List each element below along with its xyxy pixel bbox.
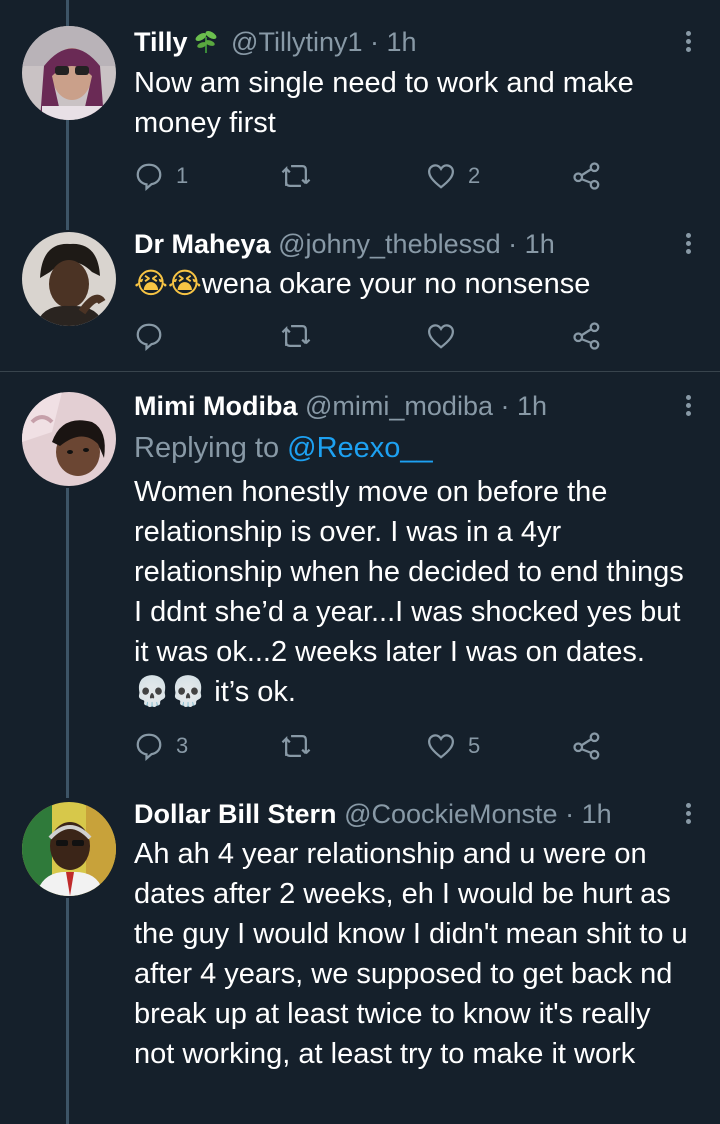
timestamp[interactable]: 1h xyxy=(387,27,417,57)
tweet-mimi-modiba[interactable]: Mimi Modiba @mimi_modiba · 1h Replying t… xyxy=(0,372,720,782)
tweet-text-content: wena okare your no nonsense xyxy=(201,268,591,300)
handle[interactable]: @mimi_modiba xyxy=(305,391,493,421)
more-vertical-icon[interactable] xyxy=(682,230,694,260)
separator-dot: · xyxy=(565,799,575,829)
skull-emoji-pair: 💀💀 xyxy=(134,676,207,708)
avatar[interactable] xyxy=(22,802,116,896)
handle[interactable]: @CoockieMonste xyxy=(344,799,558,829)
share-icon xyxy=(573,162,600,190)
avatar[interactable] xyxy=(22,392,116,486)
timestamp[interactable]: 1h xyxy=(582,799,612,829)
like-button[interactable] xyxy=(426,316,456,356)
share-button[interactable] xyxy=(572,316,602,356)
handle[interactable]: @johny_theblessd xyxy=(278,229,501,259)
display-name[interactable]: Dr Maheya xyxy=(134,229,271,259)
more-vertical-icon[interactable] xyxy=(682,800,694,830)
retweet-button[interactable] xyxy=(280,316,312,356)
reply-bubble-icon xyxy=(136,733,162,761)
tweet-text: Now am single need to work and make mone… xyxy=(134,67,634,139)
reply-button[interactable]: 1 xyxy=(134,156,188,196)
reply-bubble-icon xyxy=(136,323,162,351)
avatar[interactable] xyxy=(22,232,116,326)
tweet-header: Dollar Bill Stern @CoockieMonste · 1h xyxy=(134,794,680,834)
more-vertical-icon[interactable] xyxy=(682,392,694,422)
heart-icon xyxy=(427,164,455,189)
like-button[interactable]: 5 xyxy=(426,726,480,766)
share-icon xyxy=(573,732,600,760)
replying-to-label: Replying to xyxy=(134,432,280,464)
avatar[interactable] xyxy=(22,26,116,120)
reply-button[interactable] xyxy=(134,316,164,356)
tweet-actions: 3 5 xyxy=(134,726,614,766)
like-count: 2 xyxy=(468,163,481,188)
share-button[interactable] xyxy=(572,156,602,196)
crying-emoji-pair: 😭😭 xyxy=(134,268,202,300)
reply-count: 1 xyxy=(176,163,189,188)
timestamp[interactable]: 1h xyxy=(517,391,547,421)
reply-button[interactable]: 3 xyxy=(134,726,188,766)
display-name[interactable]: Dollar Bill Stern xyxy=(134,799,337,829)
retweet-icon xyxy=(281,735,311,757)
separator-dot: · xyxy=(508,229,518,259)
tweet-text: Women honestly move on before the relati… xyxy=(134,472,686,712)
share-button[interactable] xyxy=(572,726,602,766)
tweet-tilly[interactable]: Tilly @Tillytiny1 · 1h Now am single nee… xyxy=(0,0,720,210)
display-name[interactable]: Mimi Modiba xyxy=(134,391,298,421)
plant-emoji-icon xyxy=(192,26,220,62)
retweet-icon xyxy=(281,165,311,187)
tweet-text: Ah ah 4 year relationship and u were on … xyxy=(134,838,688,1070)
like-count: 5 xyxy=(468,733,481,758)
separator-dot: · xyxy=(370,27,379,57)
tweet-text: 😭😭wena okare your no nonsense xyxy=(134,264,696,304)
retweet-button[interactable] xyxy=(280,726,312,766)
separator-dot: · xyxy=(500,391,510,421)
tweet-text-tail: it’s ok. xyxy=(206,676,296,708)
display-name[interactable]: Tilly xyxy=(134,27,188,57)
tweet-text-content: Women honestly move on before the relati… xyxy=(134,476,684,668)
timestamp[interactable]: 1h xyxy=(525,229,555,259)
tweet-actions: 1 2 xyxy=(134,156,614,196)
like-button[interactable]: 2 xyxy=(426,156,480,196)
handle[interactable]: @Tillytiny1 xyxy=(231,27,362,57)
replying-to: Replying to @Reexo__ xyxy=(134,428,696,468)
replying-to-link[interactable]: @Reexo__ xyxy=(287,432,433,464)
retweet-button[interactable] xyxy=(280,156,312,196)
heart-icon xyxy=(427,324,455,349)
reply-bubble-icon xyxy=(136,163,162,191)
reply-count: 3 xyxy=(176,733,189,758)
tweet-dollar-bill-stern[interactable]: Dollar Bill Stern @CoockieMonste · 1h Ah… xyxy=(0,782,720,1124)
tweet-dr-maheya[interactable]: Dr Maheya @johny_theblessd · 1h 😭😭wena o… xyxy=(0,210,720,370)
heart-icon xyxy=(427,734,455,759)
retweet-icon xyxy=(281,325,311,347)
tweet-header: Tilly @Tillytiny1 · 1h xyxy=(134,22,680,62)
tweet-header: Mimi Modiba @mimi_modiba · 1h xyxy=(134,386,680,426)
more-vertical-icon[interactable] xyxy=(682,28,694,58)
share-icon xyxy=(573,322,600,350)
tweet-actions xyxy=(134,316,614,356)
tweet-header: Dr Maheya @johny_theblessd · 1h xyxy=(134,224,680,264)
